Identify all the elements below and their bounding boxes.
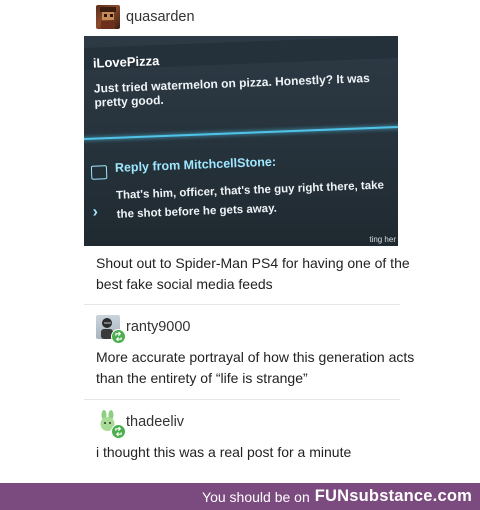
divider: [84, 304, 400, 305]
op-username[interactable]: quasarden: [126, 9, 195, 25]
chevron-right-icon: ›: [92, 203, 99, 221]
reblog-username[interactable]: ranty9000: [126, 319, 191, 335]
funsubstance-footer: You should be on FUNsubstance.com: [0, 483, 480, 510]
funsubstance-logo[interactable]: FUNsubstance.com: [315, 487, 472, 506]
divider: [84, 399, 400, 400]
reblog-user-row: ranty9000: [96, 315, 191, 344]
screenshot-reply-header: Reply from MitchcellStone:: [114, 154, 277, 175]
pixel-art-avatar-icon: [100, 7, 116, 29]
reblog-text: i thought this was a real post for a min…: [96, 444, 352, 460]
reblog-text: More accurate portrayal of how this gene…: [96, 349, 415, 386]
op-avatar[interactable]: [96, 5, 120, 29]
screenshot-author: iLovePizza: [92, 53, 160, 71]
reblog-icon: [111, 329, 126, 344]
footer-prefix: You should be on: [202, 488, 310, 505]
game-screenshot: iLovePizza Just tried watermelon on pizz…: [84, 36, 398, 246]
op-user-row: quasarden: [96, 5, 195, 29]
reblog-avatar[interactable]: [96, 410, 126, 439]
screenshot-reply-body: That's him, officer, that's the guy righ…: [115, 179, 385, 221]
reblog-username[interactable]: thadeeliv: [126, 414, 184, 430]
reblog-avatar[interactable]: [96, 315, 126, 344]
screenshot-divider-line: [84, 125, 398, 141]
screenshot-corner-text: ting her: [369, 235, 396, 244]
reblog-user-row: thadeeliv: [96, 410, 184, 439]
reblog-icon: [111, 424, 126, 439]
screenshot-message: Just tried watermelon on pizza. Honestly…: [93, 71, 371, 110]
op-caption: Shout out to Spider-Man PS4 for having o…: [96, 255, 410, 292]
reply-speech-bubble-icon: [90, 165, 108, 180]
